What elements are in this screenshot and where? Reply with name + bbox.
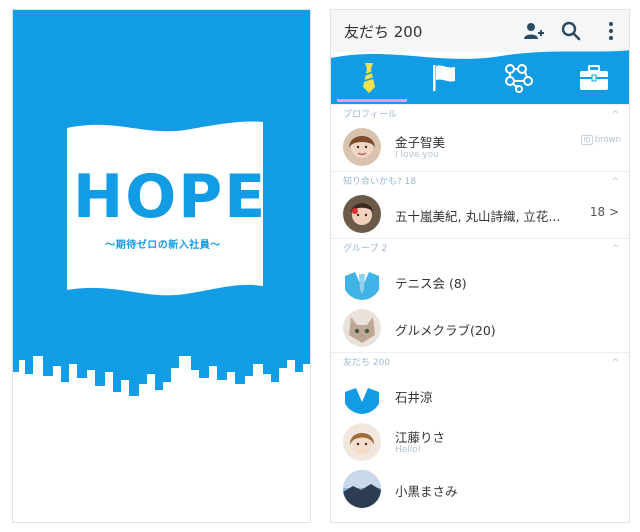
friend-status: Hello! [395,445,422,455]
page-title: 友だち 200 [344,23,423,41]
flag-icon [432,65,455,91]
group-avatar [343,262,381,300]
active-tab-indicator [337,99,407,102]
avatar [343,423,381,461]
list-item-friend[interactable]: 江藤りさ Hello! [331,419,629,466]
section-header-friends: 友だち 200 ^ [331,352,629,373]
add-friend-icon[interactable] [521,19,545,43]
tab-flag[interactable] [406,54,481,102]
section-header-profile: プロフィール ^ [331,104,629,125]
app-logo-title: HOPE [73,162,268,232]
collapse-icon[interactable]: ^ [611,353,619,373]
line-id-badge: ID brown [581,135,621,145]
friend-name: 石井涼 [395,390,433,405]
id-icon: ID [581,135,593,145]
collapse-icon[interactable]: ^ [611,172,619,192]
friend-name: 江藤りさ [395,430,446,445]
tab-necktie[interactable] [331,54,406,102]
group-name: グルメクラブ(20) [395,323,496,338]
app-logo-subtitle: ～期待ゼロの新入社員～ [105,240,221,251]
profile-status: I love you [395,150,439,160]
search-icon[interactable] [559,19,583,43]
suggestion-names: 五十嵐美紀, 丸山詩織, 立花... [395,209,561,224]
collapse-icon[interactable]: ^ [611,239,619,259]
list-item-friend[interactable]: 小黒まさみ [331,466,629,513]
necktie-icon [362,63,375,93]
section-header-groups: グループ 2 ^ [331,238,629,259]
more-vert-icon[interactable] [599,19,623,43]
tab-briefcase[interactable] [556,54,629,102]
list-item-friend[interactable]: 石井涼 [331,372,629,419]
group-avatar [343,309,381,347]
friend-list: プロフィール ^ 金子智美 I love you ID brown 知り合いかも? … [331,104,629,513]
avatar [343,195,381,233]
list-item-profile[interactable]: 金子智美 I love you ID brown [331,124,629,171]
avatar [343,376,381,414]
network-icon [504,64,533,93]
collapse-icon[interactable]: ^ [611,105,619,125]
friend-name: 小黒まさみ [395,484,458,499]
city-skyline [13,356,310,522]
briefcase-icon [579,65,608,90]
avatar [343,128,381,166]
list-item-group[interactable]: テニス会 (8) [331,258,629,305]
suggestion-count[interactable]: 18 > [590,205,619,219]
list-item-suggestions[interactable]: 五十嵐美紀, 丸山詩織, 立花... 18 > [331,191,629,238]
splash-screen: HOPE ～期待ゼロの新入社員～ [12,9,311,523]
list-item-group[interactable]: グルメクラブ(20) [331,305,629,352]
tab-network[interactable] [481,54,556,102]
avatar [343,470,381,508]
section-header-suggestions: 知り合いかも? 18 ^ [331,171,629,192]
profile-name: 金子智美 [395,135,446,150]
friends-screen: 友だち 200 プロフィール ^ 金子智美 I love you ID brow… [330,9,630,523]
group-name: テニス会 (8) [395,276,467,291]
